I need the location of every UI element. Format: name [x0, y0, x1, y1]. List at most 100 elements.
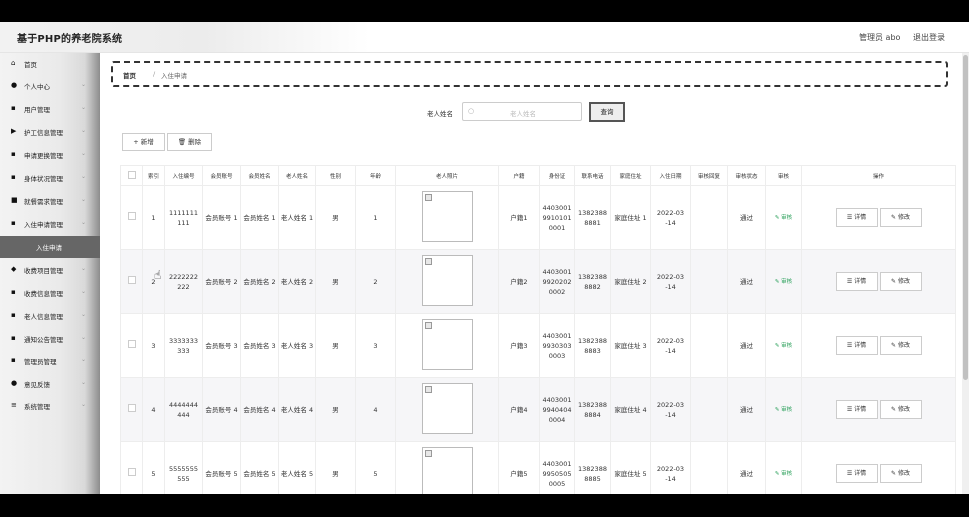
cell-phone: 1382388 8884: [574, 377, 611, 442]
detail-button[interactable]: ☰ 详情: [835, 272, 878, 291]
actions-cell: ☰ 详情 ✎ 修改: [801, 377, 956, 442]
sidebar-item-2[interactable]: ▪ 用户管理 ⌄: [0, 98, 100, 120]
sidebar-item-10[interactable]: ▪ 收费信息管理 ⌄: [0, 282, 100, 304]
select-all-checkbox[interactable]: [127, 170, 136, 179]
sidebar-item-4[interactable]: ▪ 申请更换管理 ⌄: [0, 144, 100, 166]
audit-link[interactable]: ✎ 审核: [775, 343, 792, 349]
column-header: 审核: [765, 165, 802, 186]
sidebar-subitem-checkin[interactable]: 入住申请: [0, 236, 100, 258]
sidebar-item-15[interactable]: ≡ 系统管理 ⌄: [0, 395, 100, 417]
cell-status: 通过: [727, 377, 766, 442]
edit-button[interactable]: ✎ 修改: [879, 464, 922, 483]
detail-button[interactable]: ☰ 详情: [835, 336, 878, 355]
actions-cell: ☰ 详情 ✎ 修改: [801, 249, 956, 314]
edit-button[interactable]: ✎ 修改: [879, 272, 922, 291]
audit-link[interactable]: ✎ 审核: [775, 279, 792, 285]
cell-code: 5555555 555: [164, 441, 203, 494]
cell-address: 家庭住址 3: [610, 313, 651, 378]
cell-huji: 户籍1: [498, 185, 540, 250]
detail-button[interactable]: ☰ 详情: [835, 464, 878, 483]
actions-cell: ☰ 详情 ✎ 修改: [801, 441, 956, 494]
audit-cell: ✎ 审核: [765, 185, 802, 250]
audit-link[interactable]: ✎ 审核: [775, 471, 792, 477]
row-checkbox[interactable]: [127, 212, 136, 220]
sidebar-item-label: 身体状况管理: [24, 175, 63, 183]
sidebar-item-7[interactable]: ▪ 入住申请管理 ⌄: [0, 213, 100, 235]
home-icon: ⌂: [11, 59, 16, 67]
cell-reply: [690, 185, 728, 250]
cell-age: 3: [355, 313, 396, 378]
sidebar-item-6[interactable]: ■ 就餐需求管理 ⌄: [0, 190, 100, 212]
cell-huji: 户籍4: [498, 377, 540, 442]
scrollbar[interactable]: [962, 53, 969, 494]
app-window: 基于PHP的养老院系统 管理员 abo 退出登录 ⌂ 首页 ● 个人中心 ⌄ ▪ 用户管理 ⌄…: [0, 22, 969, 494]
top-header: 基于PHP的养老院系统 管理员 abo 退出登录: [0, 22, 969, 53]
cell-account: 会员账号 3: [202, 313, 241, 378]
sidebar-item-9[interactable]: ◆ 收费项目管理 ⌄: [0, 259, 100, 281]
sidebar-item-label: 用户管理: [24, 106, 50, 114]
chevron-down-icon: ⌄: [81, 356, 87, 363]
sidebar-item-1[interactable]: ● 个人中心 ⌄: [0, 75, 100, 97]
grid-icon: ▪: [11, 219, 16, 227]
sidebar-item-label: 收费项目管理: [24, 267, 63, 275]
logout-link[interactable]: 退出登录: [913, 32, 945, 43]
grid-icon: ▪: [11, 288, 16, 296]
cell-date: 2022-03 -14: [650, 377, 691, 442]
table-row: 3 3333333 333 会员账号 3 会员姓名 3 老人姓名 3 男 3 户籍3 44030…: [120, 313, 956, 378]
table-row: 4 4444444 444 会员账号 4 会员姓名 4 老人姓名 4 男 4 户籍4 44030…: [120, 377, 956, 442]
cell-phone: 1382388 8885: [574, 441, 611, 494]
cell-gender: 男: [315, 441, 356, 494]
sidebar-item-12[interactable]: ▪ 通知公告管理 ⌄: [0, 328, 100, 350]
sidebar-item-label: 护工信息管理: [24, 129, 63, 137]
search-button[interactable]: 查询: [589, 102, 625, 122]
sidebar-item-13[interactable]: ▪ 管理员管理 ⌄: [0, 350, 100, 372]
table-body: 1 1111111 111 会员账号 1 会员姓名 1 老人姓名 1 男 1 户籍1 44030…: [120, 185, 956, 494]
chevron-down-icon: ⌄: [81, 334, 87, 341]
column-header: 入住日期: [650, 165, 691, 186]
search-input[interactable]: ○ 老人姓名: [462, 102, 582, 121]
cell-address: 家庭住址 5: [610, 441, 651, 494]
cell-account: 会员账号 4: [202, 377, 241, 442]
sidebar-item-0[interactable]: ⌂ 首页: [0, 53, 100, 75]
elder-photo-broken-image: [421, 382, 473, 434]
row-checkbox[interactable]: [127, 340, 136, 348]
detail-button[interactable]: ☰ 详情: [835, 208, 878, 227]
chevron-down-icon: ⌄: [81, 379, 87, 386]
cell-member: 会员姓名 2: [240, 249, 279, 314]
sidebar-item-5[interactable]: ▪ 身体状况管理 ⌄: [0, 167, 100, 189]
breadcrumb-home[interactable]: 首页: [123, 70, 136, 80]
column-header: 户籍: [498, 165, 540, 186]
photo-cell: [395, 313, 499, 378]
cell-elder: 老人姓名 4: [278, 377, 316, 442]
audit-link[interactable]: ✎ 审核: [775, 407, 792, 413]
audit-link[interactable]: ✎ 审核: [775, 215, 792, 221]
sidebar-item-11[interactable]: ▪ 老人信息管理 ⌄: [0, 305, 100, 327]
cell-status: 通过: [727, 441, 766, 494]
grid-icon: ▪: [11, 104, 16, 112]
cell-address: 家庭住址 1: [610, 185, 651, 250]
cell-status: 通过: [727, 249, 766, 314]
audit-cell: ✎ 审核: [765, 313, 802, 378]
column-header: 审核回复: [690, 165, 728, 186]
edit-button[interactable]: ✎ 修改: [879, 208, 922, 227]
edit-button[interactable]: ✎ 修改: [879, 336, 922, 355]
add-button[interactable]: + 新增: [122, 133, 165, 151]
edit-button[interactable]: ✎ 修改: [879, 400, 922, 419]
select-all-checkbox-cell[interactable]: [120, 165, 143, 186]
sidebar-item-14[interactable]: ● 意见反馈 ⌄: [0, 373, 100, 395]
row-checkbox[interactable]: [127, 404, 136, 412]
row-checkbox[interactable]: [127, 276, 136, 284]
cell-idcard: 4403001 9930303 0003: [539, 313, 575, 378]
delete-button[interactable]: 🗑 删除: [167, 133, 212, 151]
cell-gender: 男: [315, 249, 356, 314]
column-header: 操作: [801, 165, 956, 186]
row-checkbox[interactable]: [127, 468, 136, 476]
scrollbar-thumb[interactable]: [963, 55, 968, 380]
detail-button[interactable]: ☰ 详情: [835, 400, 878, 419]
sidebar-item-label: 意见反馈: [24, 381, 50, 389]
cell-reply: [690, 313, 728, 378]
chevron-down-icon: ⌄: [81, 401, 87, 408]
hand-cursor-icon: ☝: [154, 268, 162, 282]
cell-phone: 1382388 8882: [574, 249, 611, 314]
sidebar-item-3[interactable]: ▶ 护工信息管理 ⌄: [0, 121, 100, 143]
